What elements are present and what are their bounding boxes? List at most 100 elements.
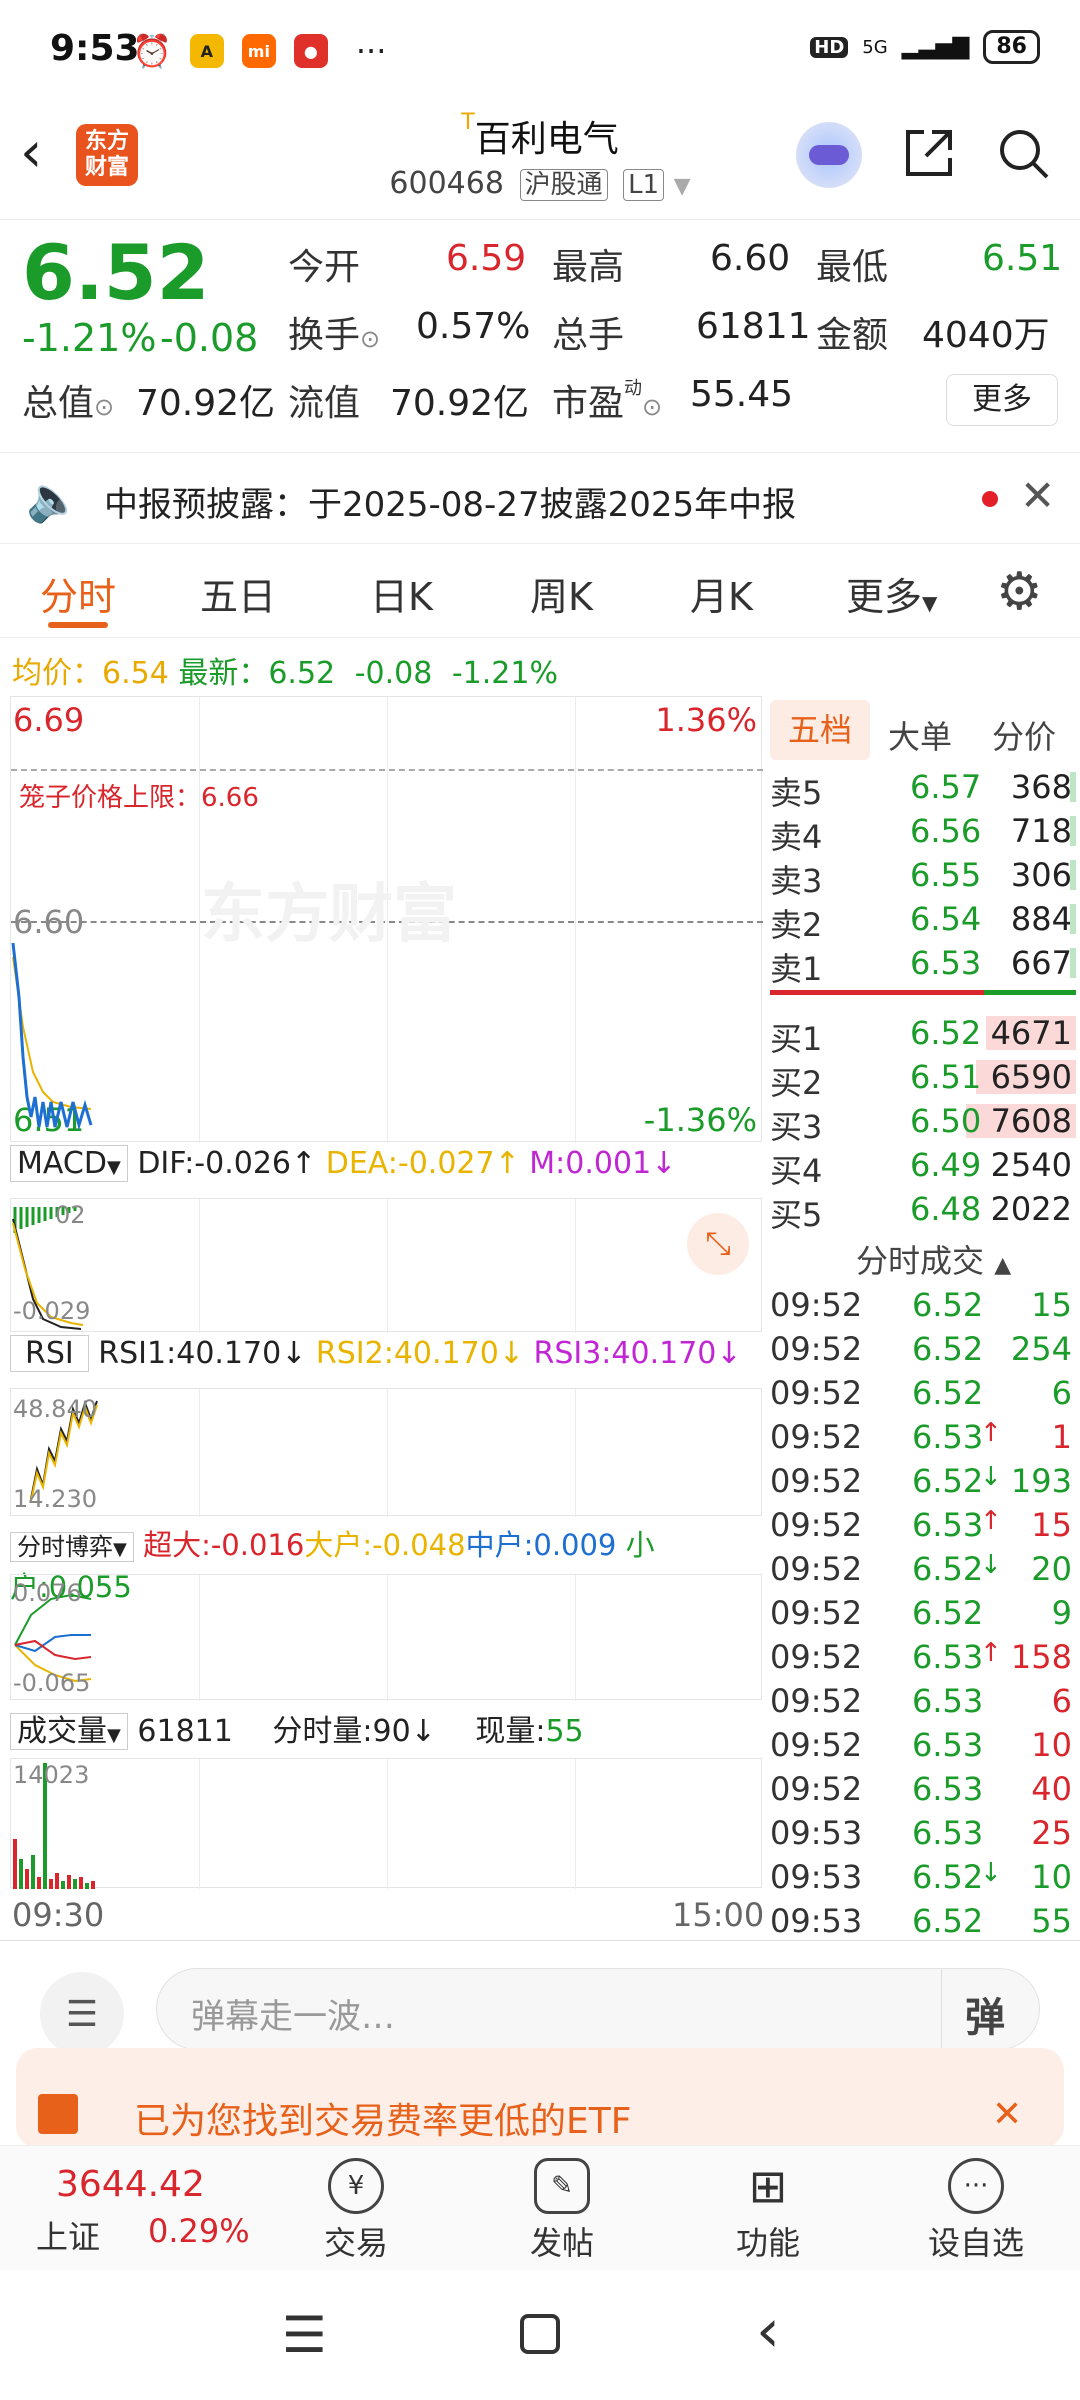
trade-time: 09:53 bbox=[770, 1858, 863, 1896]
time-start: 09:30 bbox=[12, 1896, 105, 1934]
nav-post[interactable]: ✎ 发帖 bbox=[492, 2158, 632, 2264]
trade-qty: 10 bbox=[1031, 1858, 1072, 1896]
nav-watchlist[interactable]: ··· 设自选 bbox=[906, 2158, 1046, 2264]
expand-icon[interactable]: ⤡ bbox=[687, 1213, 749, 1275]
bid-row[interactable]: 买3 6.50 7608 bbox=[770, 1100, 1076, 1146]
intraday-chart[interactable]: 6.69 1.36% 笼子价格上限：6.66 6.60 东方财富 6.51 -1… bbox=[10, 696, 763, 1143]
ask-price: 6.57 bbox=[910, 768, 982, 806]
search-icon[interactable] bbox=[996, 126, 1052, 182]
settings-gear-icon[interactable]: ⚙ bbox=[996, 562, 1043, 622]
bid-row[interactable]: 买4 6.49 2540 bbox=[770, 1144, 1076, 1190]
bid-row[interactable]: 买5 6.48 2022 bbox=[770, 1188, 1076, 1234]
flow-top: 0.076 bbox=[13, 1579, 82, 1607]
share-icon[interactable] bbox=[902, 126, 956, 180]
battery-indicator: 86 bbox=[983, 30, 1040, 64]
tab-intraday[interactable]: 分时 bbox=[40, 566, 116, 621]
turnover-label: 换手⊙ bbox=[288, 315, 381, 356]
macd-dea: DEA:-0.027 bbox=[325, 1146, 495, 1181]
trade-time: 09:52 bbox=[770, 1330, 863, 1368]
tab-five-levels[interactable]: 五档 bbox=[770, 700, 870, 760]
ask-label: 卖3 bbox=[770, 862, 823, 900]
t-mark-icon: T bbox=[461, 110, 475, 135]
tab-active-indicator bbox=[48, 622, 108, 628]
ask-price: 6.55 bbox=[910, 856, 982, 894]
mi-icon: mi bbox=[241, 34, 276, 68]
ask-row[interactable]: 卖4 6.56 718 bbox=[770, 810, 1076, 856]
ask-row[interactable]: 卖1 6.53 667 bbox=[770, 942, 1076, 988]
tab-day-k[interactable]: 日K bbox=[370, 566, 433, 621]
ask-row[interactable]: 卖2 6.54 884 bbox=[770, 898, 1076, 944]
ask-qty: 368 bbox=[1010, 768, 1072, 806]
trade-dir: ↑ bbox=[980, 1506, 1002, 1536]
more-button[interactable]: 更多 bbox=[946, 374, 1058, 426]
ask-row[interactable]: 卖3 6.55 306 bbox=[770, 854, 1076, 900]
bid-row[interactable]: 买2 6.51 6590 bbox=[770, 1056, 1076, 1102]
change-value: -0.08 bbox=[160, 316, 259, 360]
trade-time: 09:53 bbox=[770, 1902, 863, 1940]
tab-big-orders[interactable]: 大单 bbox=[888, 712, 952, 758]
tab-more[interactable]: 更多▼ bbox=[846, 566, 937, 621]
danmu-input[interactable]: 弹幕走一波… 弹 bbox=[156, 1968, 1040, 2051]
amount-value: 4040万 bbox=[922, 315, 1050, 356]
trade-row: 09:52 6.52 9 bbox=[770, 1592, 1076, 1636]
pe-label: 市盈动⊙ bbox=[552, 378, 663, 424]
ask-bar bbox=[1070, 860, 1076, 890]
float-label: 流值 bbox=[288, 383, 361, 424]
status-right: HD 5G ▂▃▅▇ 86 bbox=[810, 30, 1040, 64]
trade-row: 09:52 6.53 6 bbox=[770, 1680, 1076, 1724]
trade-qty: 6 bbox=[1051, 1374, 1072, 1412]
home-icon[interactable] bbox=[520, 2314, 560, 2354]
banner-close-icon[interactable]: ✕ bbox=[992, 2094, 1022, 2135]
bid-qty: 2540 bbox=[990, 1146, 1072, 1184]
trade-row: 09:52 6.52 ↓ 193 bbox=[770, 1460, 1076, 1504]
trade-row: 09:53 6.52 ↓ 10 bbox=[770, 1856, 1076, 1900]
megaphone-icon bbox=[38, 2094, 78, 2134]
open-label: 今开 bbox=[288, 247, 361, 288]
tab-week-k[interactable]: 周K bbox=[530, 566, 593, 621]
trade-price: 6.52 bbox=[912, 1550, 984, 1588]
ask-label: 卖1 bbox=[770, 950, 823, 988]
note-settings-icon[interactable]: ☰ bbox=[40, 1972, 124, 2056]
trade-time: 09:52 bbox=[770, 1506, 863, 1544]
ask-qty: 667 bbox=[1010, 944, 1072, 982]
nav-function[interactable]: ⊞ 功能 bbox=[698, 2158, 838, 2264]
trade-price: 6.52 bbox=[912, 1286, 984, 1324]
nav-trade[interactable]: ¥ 交易 bbox=[286, 2158, 426, 2264]
ask-bar bbox=[1070, 772, 1076, 802]
trade-price: 6.53 bbox=[912, 1770, 984, 1808]
volume-label: 总手 bbox=[552, 315, 625, 356]
rsi-selector[interactable]: RSI bbox=[10, 1335, 89, 1372]
danmu-toggle[interactable]: 弹 bbox=[965, 1985, 1005, 2043]
rsi-top: 48.840 bbox=[13, 1395, 97, 1423]
volume-minute: 分时量:90 bbox=[272, 1714, 411, 1749]
tab-price-dist[interactable]: 分价 bbox=[992, 712, 1056, 758]
volume-header: 成交量▼ 61811 分时量:90↓ 现量:55 bbox=[10, 1706, 762, 1756]
notice-bar[interactable]: 🔈 中报预披露：于2025-08-27披露2025年中报 ✕ bbox=[0, 452, 1080, 544]
menu-icon[interactable]: ☰ bbox=[282, 2306, 327, 2364]
index-widget[interactable]: 3644.42 上证 0.29% bbox=[36, 2164, 256, 2264]
bid-price: 6.50 bbox=[910, 1102, 982, 1140]
ask-row[interactable]: 卖5 6.57 368 bbox=[770, 766, 1076, 812]
robot-avatar[interactable] bbox=[796, 122, 862, 188]
back-nav-icon[interactable]: ‹ bbox=[756, 2296, 780, 2366]
tab-month-k[interactable]: 月K bbox=[690, 566, 753, 621]
trade-time: 09:53 bbox=[770, 1814, 863, 1852]
status-bar: 9:53 ⏰ A mi ● ··· HD 5G ▂▃▅▇ 86 bbox=[0, 0, 1080, 100]
volume-selector[interactable]: 成交量▼ bbox=[10, 1713, 128, 1750]
trade-row: 09:53 6.53 25 bbox=[770, 1812, 1076, 1856]
trade-price: 6.53 bbox=[912, 1638, 984, 1676]
trade-price: 6.52 bbox=[912, 1594, 984, 1632]
tab-five-day[interactable]: 五日 bbox=[200, 566, 276, 621]
etf-banner[interactable]: 已为您找到交易费率更低的ETF ✕ bbox=[16, 2048, 1064, 2148]
macd-selector[interactable]: MACD▼ bbox=[10, 1145, 128, 1182]
close-icon[interactable]: ✕ bbox=[1020, 471, 1055, 520]
bid-price: 6.51 bbox=[910, 1058, 982, 1096]
bid-row[interactable]: 买1 6.52 4671 bbox=[770, 1012, 1076, 1058]
ask-label: 卖4 bbox=[770, 818, 823, 856]
trades-title[interactable]: 分时成交 ▲ bbox=[856, 1236, 1011, 1282]
bid-label: 买1 bbox=[770, 1020, 823, 1058]
tag-hkconnect: 沪股通 bbox=[519, 169, 608, 201]
flow-selector[interactable]: 分时博弈▼ bbox=[10, 1532, 134, 1562]
ask-price: 6.54 bbox=[910, 900, 982, 938]
trade-qty: 15 bbox=[1031, 1286, 1072, 1324]
